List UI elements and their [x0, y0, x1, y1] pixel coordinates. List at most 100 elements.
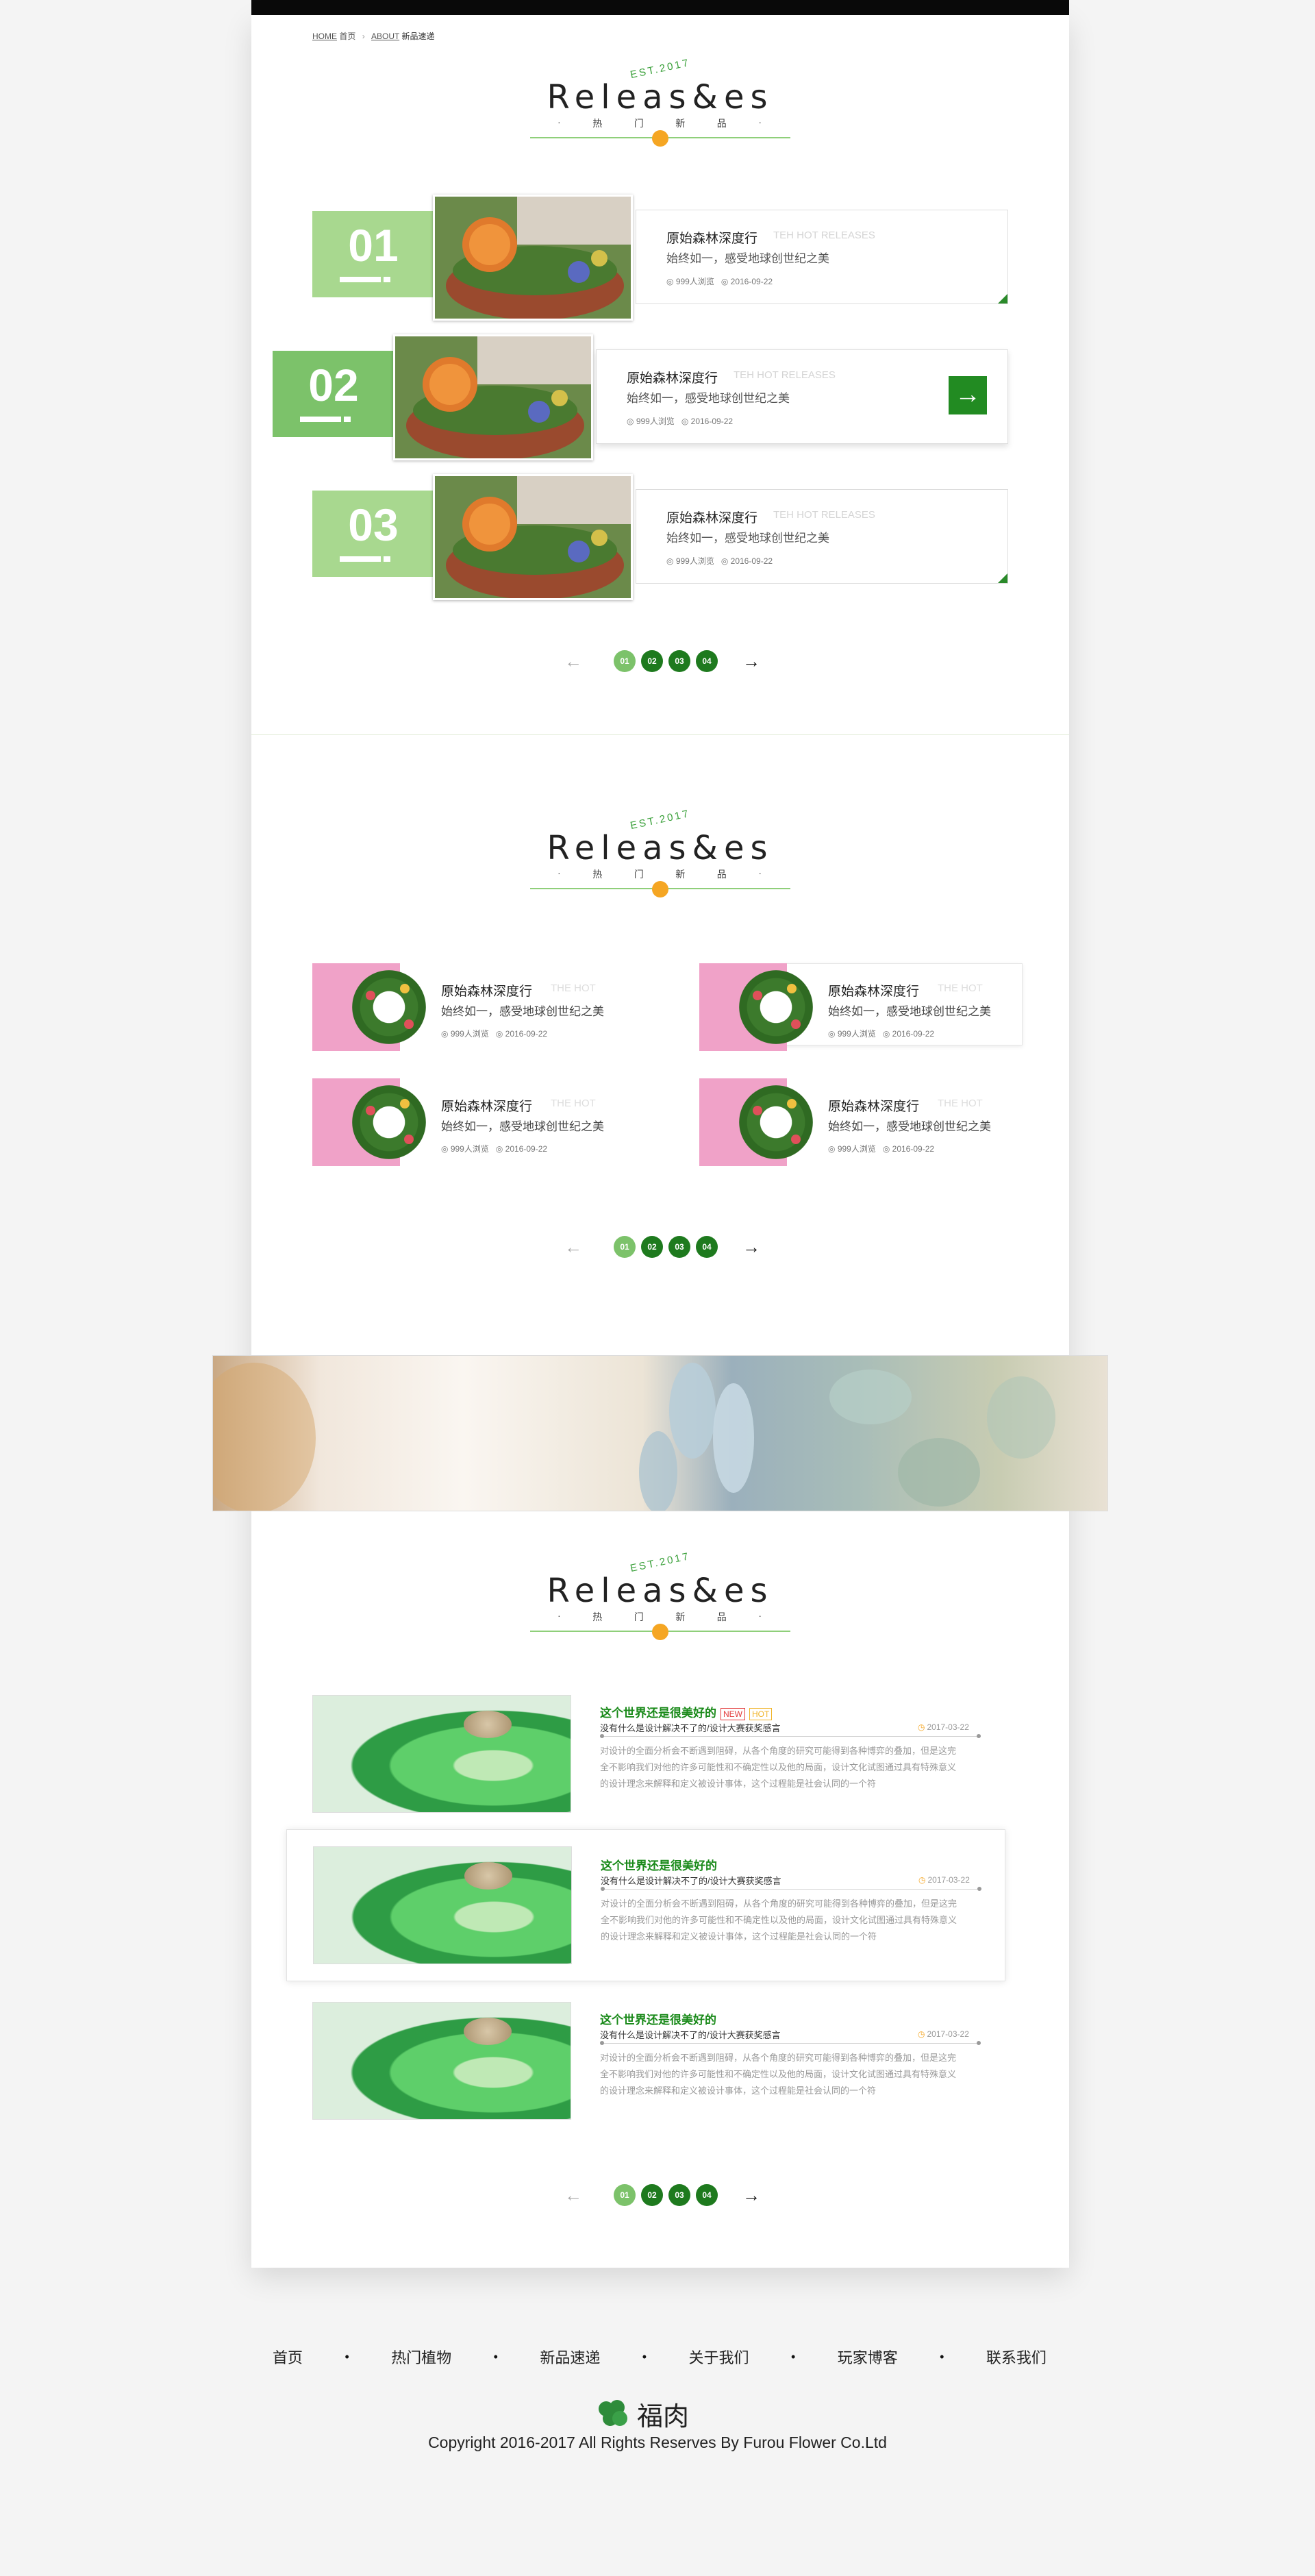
- footer-link-contact[interactable]: 联系我们: [986, 2346, 1047, 2368]
- breadcrumb-about-link[interactable]: ABOUT: [371, 32, 399, 41]
- release-row-1[interactable]: 01 原始森林深度行 TEH HOT RELEASES 始终如一，感受地球创世纪…: [312, 195, 1008, 325]
- release-row-2[interactable]: 02 原始森林深度行 TEH HOT RELEASES 始终如一，感受地球创世纪…: [273, 334, 1008, 465]
- article-subtitle: 没有什么是设计解决不了的/设计大赛获奖感言: [601, 1876, 781, 1886]
- article-date: ◷ 2017-03-22: [918, 1722, 969, 1732]
- breadcrumb-separator: ›: [362, 32, 365, 41]
- article-row-3[interactable]: 这个世界还是很美好的 没有什么是设计解决不了的/设计大赛获奖感言 ◷ 2017-0…: [286, 2002, 1005, 2122]
- page-button[interactable]: 01: [614, 2184, 636, 2206]
- succulent-photo[interactable]: [312, 2002, 571, 2120]
- wreath-desc: 始终如一，感受地球创世纪之美: [441, 1120, 604, 1133]
- pagination-3: ← 01 02 03 04 →: [564, 2184, 760, 2206]
- corner-triangle: [998, 573, 1007, 583]
- page-button[interactable]: 03: [668, 1236, 690, 1258]
- release-desc: 始终如一，感受地球创世纪之美: [666, 252, 829, 265]
- article-title[interactable]: 这个世界还是很美好的: [600, 2010, 716, 2027]
- prev-arrow-icon[interactable]: ←: [564, 2185, 582, 2206]
- page-button[interactable]: 03: [668, 2184, 690, 2206]
- wreath-image[interactable]: [352, 1085, 426, 1159]
- breadcrumb-home-cn[interactable]: 首页: [339, 32, 355, 41]
- release-card[interactable]: 原始森林深度行 TEH HOT RELEASES 始终如一，感受地球创世纪之美 …: [596, 349, 1008, 444]
- nav-bullet: •: [940, 2349, 944, 2364]
- next-arrow-icon[interactable]: →: [742, 651, 760, 672]
- section-divider: [251, 734, 1069, 735]
- copyright: Copyright 2016-2017 All Rights Reserves …: [428, 2433, 887, 2451]
- breadcrumb-home-link[interactable]: HOME: [312, 32, 337, 41]
- release-desc: 始终如一，感受地球创世纪之美: [627, 392, 790, 405]
- wreath-card-1[interactable]: 原始森林深度行 THE HOT 始终如一，感受地球创世纪之美 ◎ 999人浏览 …: [312, 963, 662, 1051]
- section-logo-3: EST.2017 Releas&es · 热门新品 ·: [530, 1550, 790, 1658]
- release-card[interactable]: 原始森林深度行 TEH HOT RELEASES 始终如一，感受地球创世纪之美 …: [636, 210, 1008, 304]
- article-title[interactable]: 这个世界还是很美好的: [601, 1856, 717, 1873]
- release-meta: ◎ 999人浏览 ◎ 2016-09-22: [627, 417, 734, 426]
- release-number-badge: 03: [312, 491, 434, 577]
- article-row-2[interactable]: 这个世界还是很美好的 没有什么是设计解决不了的/设计大赛获奖感言 ◷ 2017-0…: [286, 1829, 1005, 1981]
- wreath-title[interactable]: 原始森林深度行: [441, 981, 532, 1000]
- release-desc: 始终如一，感受地球创世纪之美: [666, 532, 829, 545]
- nav-bullet: •: [790, 2349, 796, 2364]
- footer-nav: 首页 • 热门植物 • 新品速递 • 关于我们 • 玩家博客 • 联系我们: [273, 2346, 1047, 2368]
- release-card[interactable]: 原始森林深度行 TEH HOT RELEASES 始终如一，感受地球创世纪之美 …: [636, 489, 1008, 584]
- prev-arrow-icon[interactable]: ←: [564, 1237, 582, 1258]
- succulent-photo[interactable]: [313, 1846, 572, 1964]
- page-button[interactable]: 04: [696, 1236, 718, 1258]
- prev-arrow-icon[interactable]: ←: [564, 651, 582, 672]
- wreath-desc: 始终如一，感受地球创世纪之美: [828, 1005, 991, 1018]
- page-button[interactable]: 02: [641, 650, 663, 672]
- article-body: 对设计的全面分析会不断遇到阻碍，从各个角度的研究可能得到各种博弈的叠加，但是这完…: [600, 2053, 957, 2096]
- arrow-right-icon[interactable]: →: [949, 376, 987, 414]
- wreath-card-4[interactable]: 原始森林深度行 THE HOT 始终如一，感受地球创世纪之美 ◎ 999人浏览 …: [699, 1078, 1049, 1166]
- article-title[interactable]: 这个世界还是很美好的 NEW HOT: [600, 1703, 773, 1720]
- release-title[interactable]: 原始森林深度行: [666, 228, 757, 247]
- article-row-1[interactable]: 这个世界还是很美好的 NEW HOT 没有什么是设计解决不了的/设计大赛获奖感言 ◷…: [286, 1695, 1005, 1816]
- wreath-title[interactable]: 原始森林深度行: [441, 1096, 532, 1115]
- logo-subtitle: · 热门新品 ·: [558, 867, 763, 880]
- release-title[interactable]: 原始森林深度行: [627, 368, 718, 386]
- footer-link-new-releases[interactable]: 新品速递: [540, 2346, 600, 2368]
- release-title[interactable]: 原始森林深度行: [666, 508, 757, 526]
- next-arrow-icon[interactable]: →: [742, 2185, 760, 2206]
- release-number-badge: 01: [312, 211, 434, 297]
- wreath-en-label: THE HOT: [938, 982, 983, 994]
- footer-brand[interactable]: 福肉: [594, 2395, 689, 2433]
- wreath-meta: ◎ 999人浏览 ◎ 2016-09-22: [441, 1029, 548, 1039]
- succulent-photo[interactable]: [312, 1695, 571, 1813]
- new-badge: NEW: [721, 1707, 745, 1720]
- wreath-title[interactable]: 原始森林深度行: [828, 1096, 919, 1115]
- release-row-3[interactable]: 03 原始森林深度行 TEH HOT RELEASES 始终如一，感受地球创世纪…: [312, 474, 1008, 604]
- page-button[interactable]: 02: [641, 2184, 663, 2206]
- article-body: 对设计的全面分析会不断遇到阻碍，从各个角度的研究可能得到各种博弈的叠加，但是这完…: [600, 1746, 957, 1789]
- release-photo[interactable]: [393, 334, 593, 460]
- logo-wordmark: Releas&es: [547, 1572, 774, 1610]
- article-rule: [600, 1734, 981, 1738]
- article-rule: [601, 1887, 981, 1891]
- release-meta: ◎ 999人浏览 ◎ 2016-09-22: [666, 556, 773, 566]
- wreath-card-3[interactable]: 原始森林深度行 THE HOT 始终如一，感受地球创世纪之美 ◎ 999人浏览 …: [312, 1078, 662, 1166]
- footer-link-blog[interactable]: 玩家博客: [838, 2346, 898, 2368]
- wreath-en-label: THE HOT: [551, 1098, 596, 1109]
- next-arrow-icon[interactable]: →: [742, 1237, 760, 1258]
- article-subtitle: 没有什么是设计解决不了的/设计大赛获奖感言: [600, 1723, 781, 1733]
- page-button[interactable]: 04: [696, 650, 718, 672]
- breadcrumb-current: 新品速递: [401, 32, 435, 41]
- page-button[interactable]: 03: [668, 650, 690, 672]
- wreath-title[interactable]: 原始森林深度行: [828, 981, 919, 1000]
- footer-link-hot-plants[interactable]: 热门植物: [391, 2346, 451, 2368]
- page-button[interactable]: 02: [641, 1236, 663, 1258]
- footer-link-about[interactable]: 关于我们: [689, 2346, 749, 2368]
- release-photo[interactable]: [433, 474, 633, 600]
- corner-triangle: [998, 294, 1007, 304]
- page-button[interactable]: 01: [614, 650, 636, 672]
- release-photo[interactable]: [433, 195, 633, 321]
- succulent-banner: [212, 1355, 1108, 1511]
- footer-link-home[interactable]: 首页: [273, 2346, 303, 2368]
- wreath-card-2[interactable]: 原始森林深度行 THE HOT 始终如一，感受地球创世纪之美 ◎ 999人浏览 …: [699, 963, 1049, 1051]
- logo-wordmark: Releas&es: [547, 78, 774, 116]
- page-button[interactable]: 01: [614, 1236, 636, 1258]
- logo-subtitle: · 热门新品 ·: [558, 116, 763, 129]
- wreath-image[interactable]: [352, 970, 426, 1044]
- section-logo-1: EST.2017 Releas&es · 热门新品 ·: [530, 57, 790, 164]
- clock-icon: ◷: [918, 2029, 925, 2039]
- page-button[interactable]: 04: [696, 2184, 718, 2206]
- wreath-image[interactable]: [739, 1085, 813, 1159]
- wreath-image[interactable]: [739, 970, 813, 1044]
